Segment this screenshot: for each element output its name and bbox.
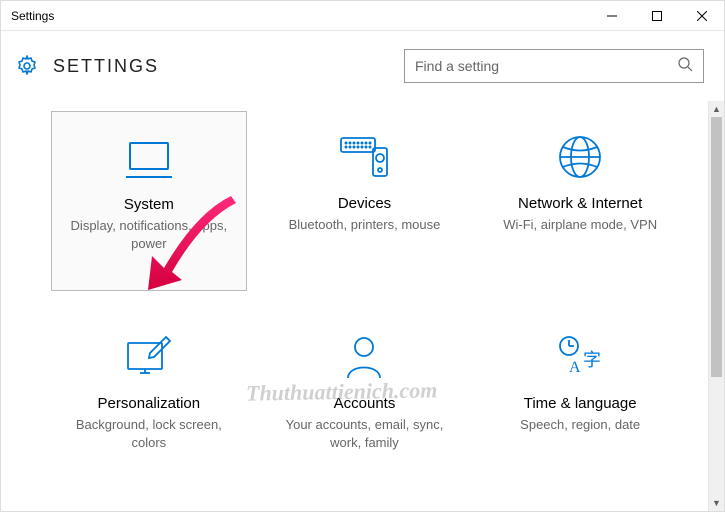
minimize-button[interactable]: [589, 1, 634, 31]
tile-system[interactable]: System Display, notifications, apps, pow…: [51, 111, 247, 291]
tile-title: Personalization: [98, 395, 201, 412]
tile-title: Network & Internet: [518, 195, 642, 212]
search-icon: [677, 56, 693, 77]
tile-time-language[interactable]: A 字 Time & language Speech, region, date: [482, 311, 678, 491]
scroll-thumb[interactable]: [711, 117, 722, 377]
close-button[interactable]: [679, 1, 724, 31]
content-area: System Display, notifications, apps, pow…: [1, 101, 724, 511]
display-icon: [124, 130, 174, 186]
tile-subtitle: Wi-Fi, airplane mode, VPN: [503, 216, 657, 234]
window-controls: [589, 1, 724, 30]
maximize-button[interactable]: [634, 1, 679, 31]
svg-text:A: A: [569, 359, 581, 376]
search-box[interactable]: [404, 49, 704, 83]
personalization-icon: [124, 329, 174, 385]
tile-subtitle: Your accounts, email, sync, work, family: [275, 416, 455, 451]
tile-title: System: [124, 196, 174, 213]
tile-title: Devices: [338, 195, 391, 212]
devices-icon: [337, 129, 391, 185]
close-icon: [697, 11, 707, 21]
page-title: SETTINGS: [53, 56, 390, 77]
tile-subtitle: Speech, region, date: [520, 416, 640, 434]
maximize-icon: [652, 11, 662, 21]
time-language-icon: A 字: [555, 329, 605, 385]
vertical-scrollbar[interactable]: ▲ ▼: [708, 101, 724, 511]
titlebar: Settings: [1, 1, 724, 31]
minimize-icon: [607, 11, 617, 21]
tile-personalization[interactable]: Personalization Background, lock screen,…: [51, 311, 247, 491]
tile-subtitle: Bluetooth, printers, mouse: [289, 216, 441, 234]
window-title: Settings: [1, 9, 589, 23]
scroll-down-button[interactable]: ▼: [709, 495, 724, 511]
settings-grid: System Display, notifications, apps, pow…: [1, 101, 708, 511]
tile-network[interactable]: Network & Internet Wi-Fi, airplane mode,…: [482, 111, 678, 291]
tile-accounts[interactable]: Accounts Your accounts, email, sync, wor…: [267, 311, 463, 491]
svg-text:字: 字: [583, 350, 601, 370]
tile-subtitle: Display, notifications, apps, power: [60, 217, 238, 252]
search-input[interactable]: [415, 58, 677, 74]
tile-title: Accounts: [334, 395, 396, 412]
tile-title: Time & language: [524, 395, 637, 412]
header: SETTINGS: [1, 31, 724, 101]
settings-window: Settings SETTINGS: [0, 0, 725, 512]
scroll-up-button[interactable]: ▲: [709, 101, 724, 117]
person-icon: [343, 329, 385, 385]
tile-subtitle: Background, lock screen, colors: [59, 416, 239, 451]
gear-icon: [15, 54, 39, 78]
tile-devices[interactable]: Devices Bluetooth, printers, mouse: [267, 111, 463, 291]
globe-icon: [557, 129, 603, 185]
